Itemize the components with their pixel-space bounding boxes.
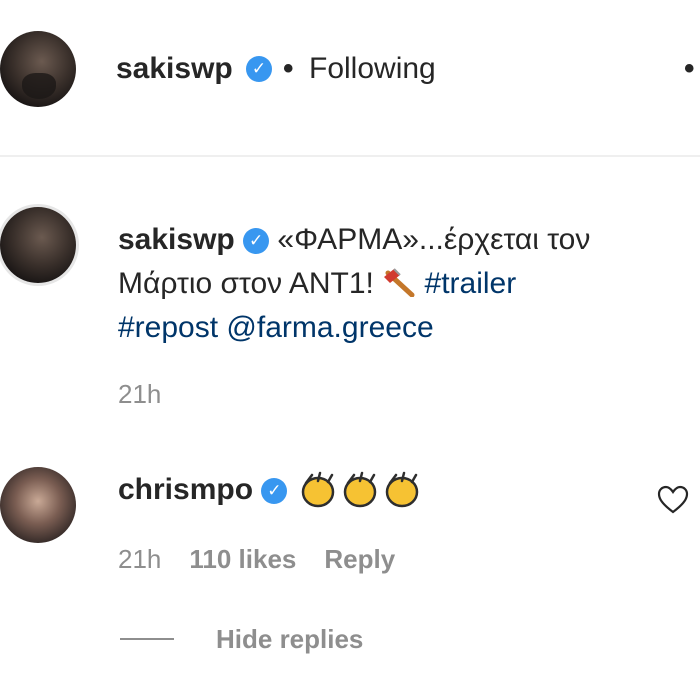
- caption-line2: Μάρτιο στον ΑΝΤ1!: [118, 267, 374, 300]
- comment-text: chrismpo ✓: [118, 470, 422, 510]
- comment-likes[interactable]: 110 likes: [189, 544, 296, 574]
- comment-meta: 21h 110 likes Reply: [118, 542, 395, 576]
- comment-username[interactable]: chrismpo: [118, 473, 253, 506]
- following-button[interactable]: Following: [309, 50, 436, 88]
- caption-username[interactable]: sakiswp: [118, 223, 235, 256]
- reply-button[interactable]: Reply: [324, 544, 395, 574]
- hide-replies-button[interactable]: Hide replies: [216, 622, 363, 656]
- header-username[interactable]: sakiswp: [116, 50, 233, 88]
- caption-text: sakiswp ✓ «ΦΑΡΜΑ»...έρχεται τον Μάρτιο σ…: [118, 218, 678, 350]
- caption-line1: «ΦΑΡΜΑ»...έρχεται τον: [277, 223, 591, 256]
- header-avatar[interactable]: [0, 31, 76, 107]
- hashtag-repost-link[interactable]: #repost: [118, 311, 218, 344]
- comment-avatar[interactable]: [0, 467, 76, 543]
- verified-badge-icon: ✓: [246, 56, 272, 82]
- separator-dot: •: [283, 52, 294, 85]
- comment-timestamp[interactable]: 21h: [118, 544, 161, 574]
- header-divider: [0, 155, 700, 157]
- replies-divider: [120, 638, 174, 640]
- caption-avatar[interactable]: [0, 207, 76, 283]
- hashtag-trailer-link[interactable]: #trailer: [425, 267, 517, 300]
- clapping-hands-emoji-icon: [301, 471, 334, 508]
- clapping-hands-emoji-icon: [385, 471, 418, 508]
- verified-badge-icon: ✓: [243, 228, 270, 255]
- more-options-icon[interactable]: •: [684, 50, 695, 88]
- verified-badge-icon: ✓: [261, 478, 288, 505]
- mention-link[interactable]: @farma.greece: [226, 311, 433, 344]
- caption-timestamp[interactable]: 21h: [118, 378, 161, 410]
- axe-emoji-icon: [384, 268, 415, 297]
- clapping-hands-emoji-icon: [343, 471, 376, 508]
- heart-icon[interactable]: [657, 485, 689, 515]
